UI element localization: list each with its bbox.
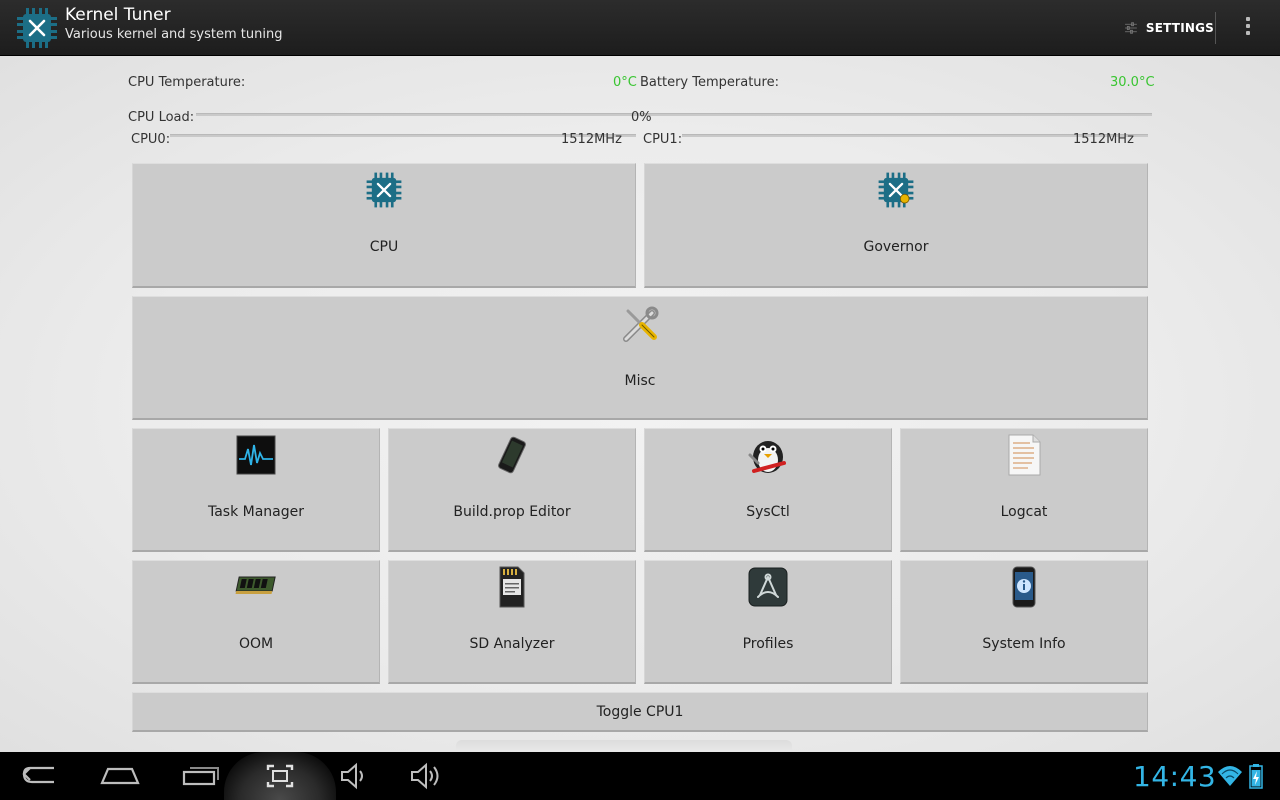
wrench-screwdriver-icon (623, 306, 659, 342)
cpu0-label: CPU0: (131, 132, 171, 147)
volume-up-icon[interactable] (406, 752, 450, 800)
oom-tile[interactable]: OOM (132, 560, 380, 684)
activity-monitor-icon (236, 435, 276, 475)
system-info-tile[interactable]: System Info (900, 560, 1148, 684)
phone-icon (498, 436, 526, 474)
cpu-load-label: CPU Load: (128, 110, 195, 125)
log-document-icon (1008, 434, 1041, 476)
recent-apps-icon[interactable] (180, 752, 224, 800)
settings-label: SETTINGS (1145, 21, 1214, 35)
sysctl-tile[interactable]: SysCtl (644, 428, 892, 552)
buildprop-editor-tile-label: Build.prop Editor (453, 504, 571, 520)
profiles-tool-icon (748, 567, 788, 607)
app-title: Kernel Tuner (65, 5, 171, 25)
phone-info-icon (1012, 566, 1036, 608)
cpu-temperature-value: 0°C (613, 75, 637, 90)
kernel-chip-icon[interactable] (14, 5, 60, 51)
oom-tile-label: OOM (238, 636, 274, 652)
cpu0-value: 1512MHz (561, 132, 622, 147)
battery-icon[interactable] (1248, 752, 1264, 800)
profiles-tile-label: Profiles (742, 636, 794, 652)
logcat-tile-label: Logcat (1000, 504, 1048, 520)
sd-analyzer-tile[interactable]: SD Analyzer (388, 560, 636, 684)
toggle-cpu1-label: Toggle CPU1 (596, 704, 684, 720)
cpu-load-bar (196, 113, 1152, 116)
volume-down-icon[interactable] (336, 752, 380, 800)
battery-temperature-value: 30.0°C (1110, 75, 1155, 90)
toggle-cpu1-button[interactable]: Toggle CPU1 (132, 692, 1148, 732)
task-manager-tile-label: Task Manager (207, 504, 305, 520)
back-icon[interactable] (18, 752, 62, 800)
app-subtitle: Various kernel and system tuning (65, 27, 283, 42)
governor-tile-label: Governor (863, 239, 929, 255)
cpu1-label: CPU1: (643, 132, 683, 147)
penguin-icon (748, 441, 786, 473)
cpu-chip-icon (366, 172, 402, 208)
cpu1-value: 1512MHz (1073, 132, 1134, 147)
screenshot-icon[interactable] (258, 752, 302, 800)
misc-tile-label: Misc (624, 373, 656, 389)
settings-button[interactable]: SETTINGS (1118, 8, 1214, 48)
buildprop-editor-tile[interactable]: Build.prop Editor (388, 428, 636, 552)
cpu-tile[interactable]: CPU (132, 163, 636, 288)
sliders-icon (1125, 22, 1137, 34)
misc-tile[interactable]: Misc (132, 296, 1148, 420)
cpu-load-value: 0% (631, 110, 652, 125)
governor-tile[interactable]: Governor (644, 163, 1148, 288)
governor-chip-icon (878, 172, 914, 208)
logcat-tile[interactable]: Logcat (900, 428, 1148, 552)
sd-analyzer-tile-label: SD Analyzer (469, 636, 555, 652)
action-bar-divider (1215, 12, 1216, 44)
task-manager-tile[interactable]: Task Manager (132, 428, 380, 552)
ram-module-icon (235, 576, 276, 594)
cpu-tile-label: CPU (369, 239, 399, 255)
system-navigation-bar: 14:43 (0, 752, 1280, 800)
sd-card-icon (499, 566, 525, 608)
profiles-tile[interactable]: Profiles (644, 560, 892, 684)
battery-temperature-label: Battery Temperature: (640, 75, 779, 90)
sysctl-tile-label: SysCtl (746, 504, 790, 520)
system-info-tile-label: System Info (982, 636, 1066, 652)
cpu-temperature-label: CPU Temperature: (128, 75, 246, 90)
wifi-icon[interactable] (1216, 752, 1244, 800)
scroll-edge (456, 740, 792, 750)
action-bar: Kernel Tuner Various kernel and system t… (0, 0, 1280, 56)
overflow-menu-icon[interactable] (1234, 14, 1262, 42)
status-clock[interactable]: 14:43 (1133, 760, 1216, 793)
home-icon[interactable] (98, 752, 142, 800)
